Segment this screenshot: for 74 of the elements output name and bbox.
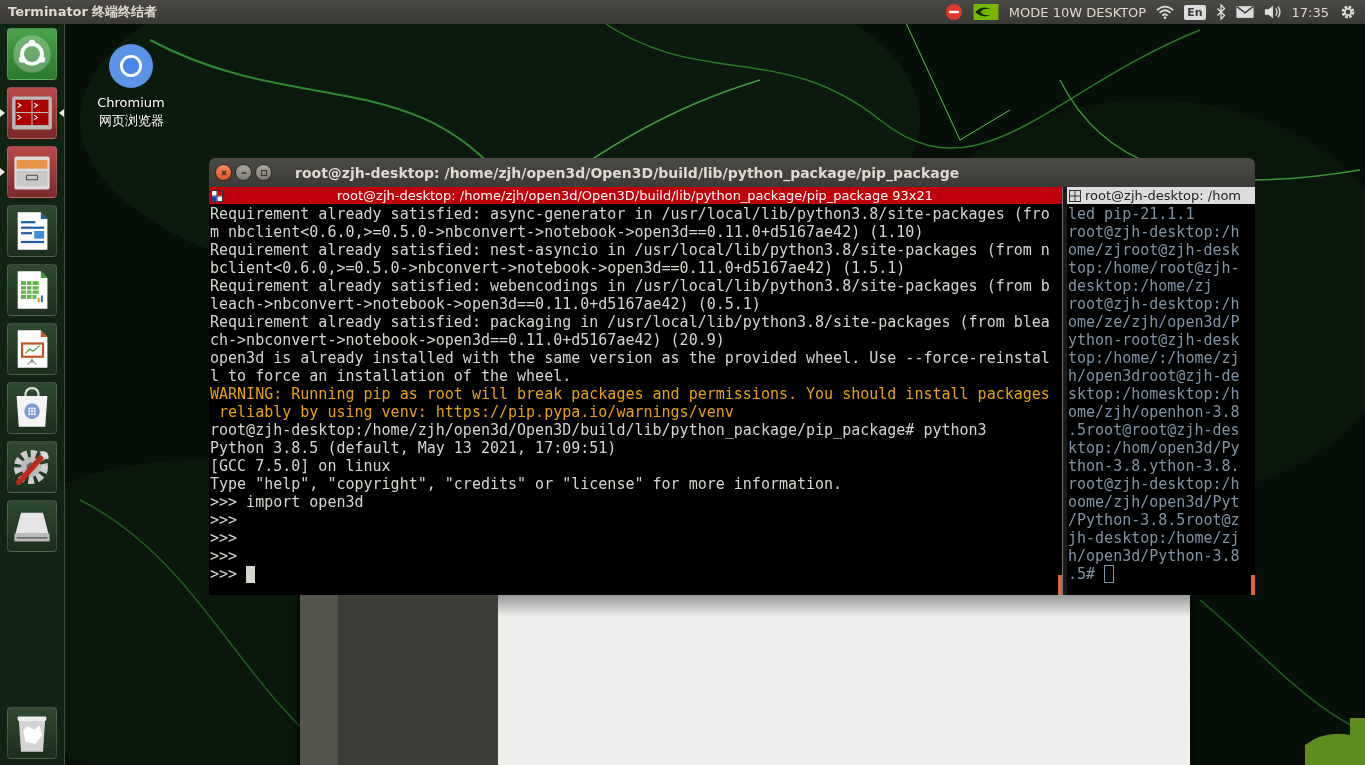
- mail-icon[interactable]: [1235, 4, 1254, 20]
- settings-icon[interactable]: [1339, 4, 1357, 20]
- terminal-line: h/open3droot@zjh-de: [1068, 367, 1240, 385]
- terminal-line: >>>: [210, 511, 238, 529]
- terminal-line: Requirement already satisfied: nest-asyncio in /usr/local/lib/python3.8/site-packages (from n: [210, 241, 1050, 259]
- terminal-line: >>>: [210, 565, 238, 583]
- terminal-line: root@zjh-desktop:/h: [1068, 295, 1240, 313]
- scroll-marker: [1058, 575, 1062, 595]
- browser-icon[interactable]: [109, 44, 153, 88]
- volume-icon[interactable]: [1263, 4, 1282, 20]
- terminal-line: root@zjh-desktop:/h: [1068, 223, 1240, 241]
- desktop-icon-label[interactable]: Chromium 网页浏览器: [89, 94, 173, 130]
- terminal-line: sktop:/homesktop:/h: [1068, 385, 1240, 403]
- terminal-line: Python 3.8.5 (default, May 13 2021, 17:09:51): [210, 439, 617, 457]
- wifi-icon[interactable]: [1156, 4, 1175, 20]
- terminal-line: oome/zjh/open3d/Pyt: [1068, 493, 1240, 511]
- document-launcher-button[interactable]: [7, 205, 57, 257]
- terminal-line: .5root@root@zjh-des: [1068, 421, 1240, 439]
- trash-launcher-button[interactable]: [7, 707, 57, 759]
- terminal-line: h/open3d/Python-3.8: [1068, 547, 1240, 565]
- terminal-line: [GCC 7.5.0] on linux: [210, 457, 391, 475]
- terminal-line: >>>: [210, 547, 238, 565]
- eye-logo-icon[interactable]: [972, 4, 999, 20]
- settings-launcher-button[interactable]: [7, 441, 57, 493]
- file-cabinet-launcher-button[interactable]: [7, 146, 57, 198]
- terminal-line: reliably by using venv: https://pip.pypa.io/warnings/venv: [218, 403, 734, 421]
- terminal-line: >>> import open3d: [210, 493, 364, 511]
- pane-title: root@zjh-desktop: /hom: [1085, 188, 1242, 203]
- indicator-label[interactable]: MODE 10W DESKTOP: [1008, 4, 1147, 20]
- terminal-line: >>>: [210, 529, 238, 547]
- text-cursor: [1104, 565, 1115, 583]
- terminal-line: open3d is already installed with the same version as the provided wheel. Use --force-reinstal: [210, 349, 1050, 367]
- terminal-line: m nbclient<0.6.0,>=0.5.0->nbconvert->notebook->open3d==0.11.0+d5167ae42) (1.10): [210, 223, 924, 241]
- terminal-line: Type "help", "copyright", "credits" or "license" for more information.: [210, 475, 843, 493]
- terminal-line: top:/home/:/home/zj: [1068, 349, 1240, 367]
- indicator-label[interactable]: 17:35: [1291, 4, 1329, 20]
- terminal-line: Requirement already satisfied: async-generator in /usr/local/lib/python3.8/site-packages (fro: [210, 205, 1050, 223]
- presentation-launcher-button[interactable]: [7, 323, 57, 375]
- pane-title: root@zjh-desktop: /home/zjh/open3d/Open3D/build/lib/python_package/pip_package 93x21: [337, 188, 934, 203]
- window-title: root@zjh-desktop: /home/zjh/open3d/Open3D/build/lib/python_package/pip_package: [295, 164, 960, 181]
- terminal-line: WARNING: Running pip as root will break packages and permissions. You should install packages: [210, 385, 1050, 403]
- grid-icon[interactable]: [211, 189, 223, 202]
- text-cursor: [246, 565, 256, 583]
- window-title: Terminator 终端终结者: [8, 3, 158, 21]
- drive-launcher-button[interactable]: [7, 500, 57, 552]
- terminal-line: ython-root@zjh-desk: [1068, 331, 1240, 349]
- terminal-line: ch->nbconvert->notebook->open3d==0.11.0+d5167ae42) (20.9): [210, 331, 725, 349]
- terminal-line: ome/zjroot@zjh-desk: [1068, 241, 1240, 259]
- terminal-line: .5#: [1068, 565, 1096, 583]
- terminal-launcher-button[interactable]: [7, 87, 57, 139]
- terminal-line: /Python-3.8.5root@z: [1068, 511, 1240, 529]
- shopping-bag-launcher-button[interactable]: [7, 382, 57, 434]
- terminal-line: ktop:/hom/open3d/Py: [1068, 439, 1240, 457]
- terminal-line: jh-desktop:/home/zj: [1068, 529, 1240, 547]
- terminal-line: Requirement already satisfied: packaging in /usr/local/lib/python3.8/site-packages (from blea: [210, 313, 1050, 331]
- terminal-line: ome/zjh/openhon-3.8: [1068, 403, 1240, 421]
- terminal-line: l to force an installation of the wheel.: [210, 367, 572, 385]
- terminal-line: ome/ze/zjh/open3d/P: [1068, 313, 1240, 331]
- terminal-line: top:/home/root@zjh-: [1068, 259, 1240, 277]
- no-entry-icon[interactable]: [944, 4, 963, 20]
- terminal-line: leach->nbconvert->notebook->open3d==0.11.0+d5167ae42) (0.5.1): [210, 295, 761, 313]
- terminal-line: root@zjh-desktop:/home/zjh/open3d/Open3D/build/lib/python_package/pip_package# python3: [210, 421, 987, 439]
- bluetooth-icon[interactable]: [1215, 4, 1226, 20]
- terminal-line: root@zjh-desktop:/h: [1068, 475, 1240, 493]
- scroll-marker: [1251, 575, 1255, 595]
- terminal-line: thon-3.8.ython-3.8.: [1068, 457, 1240, 475]
- terminal-line: led pip-21.1.1: [1068, 205, 1195, 223]
- terminal-line: desktop:/home/zj: [1068, 277, 1213, 295]
- spreadsheet-launcher-button[interactable]: [7, 264, 57, 316]
- ubuntu-logo-button[interactable]: [7, 28, 57, 80]
- terminal-line: bclient<0.6.0,>=0.5.0->nbconvert->notebook->open3d==0.11.0+d5167ae42) (1.5.1): [210, 259, 906, 277]
- terminal-line: Requirement already satisfied: webencodings in /usr/local/lib/python3.8/site-packages (from b: [210, 277, 1050, 295]
- grid-icon[interactable]: [1069, 189, 1081, 202]
- keyboard-layout-indicator[interactable]: En: [1184, 4, 1206, 20]
